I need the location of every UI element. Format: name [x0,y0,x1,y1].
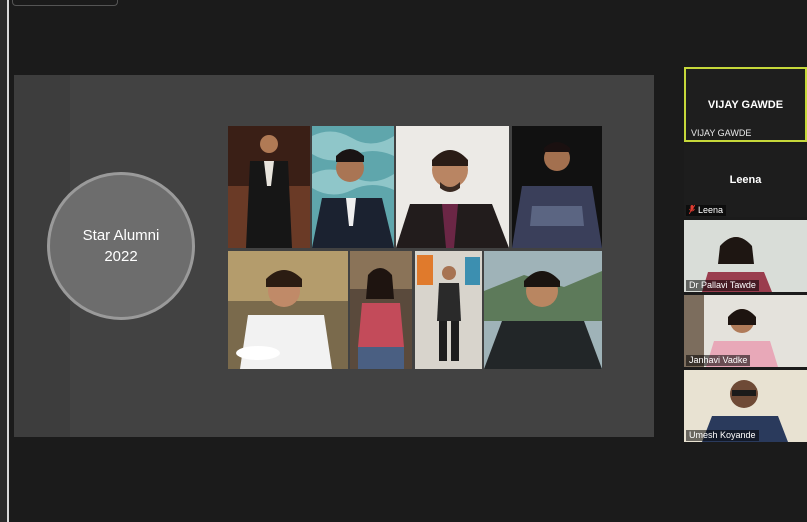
participant-label-wrap: Leena [686,205,727,216]
shared-screen: Star Alumni 2022 [14,75,654,437]
participant-label: Leena [698,205,724,215]
alumni-photo-1 [228,126,310,248]
presentation-slide: Star Alumni 2022 [14,75,654,437]
alumni-photo-2 [312,126,394,248]
participant-tile-leena[interactable]: Leena Leena [684,145,807,217]
participant-tile-active-speaker[interactable]: VIJAY GAWDE VIJAY GAWDE [684,67,807,142]
window-left-edge [0,0,9,522]
alumni-photo-3 [396,126,509,248]
participant-tile-janhavi[interactable]: Janhavi Vadke [684,295,807,367]
participant-name-center: VIJAY GAWDE [707,99,784,111]
muted-mic-icon [689,205,695,214]
alumni-photo-4 [512,126,602,248]
slide-title-line1: Star Alumni [82,227,160,244]
alumni-photo-6 [350,251,412,369]
participant-label: Janhavi Vadke [686,355,751,366]
participant-label: VIJAY GAWDE [691,128,752,138]
slide-title-line2: 2022 [104,248,138,265]
alumni-photo-5 [228,251,348,369]
participant-tile-umesh[interactable]: Umesh Koyande [684,370,807,442]
top-tab-indicator [12,0,118,6]
alumni-photo-7 [415,251,482,369]
slide-title-circle: Star Alumni 2022 [47,172,195,320]
participant-tile-pallavi[interactable]: Dr Pallavi Tawde [684,220,807,292]
participant-label: Dr Pallavi Tawde [686,280,759,291]
participant-name-center: Leena [729,174,762,186]
participant-label: Umesh Koyande [686,430,759,441]
alumni-photo-8 [484,251,602,369]
